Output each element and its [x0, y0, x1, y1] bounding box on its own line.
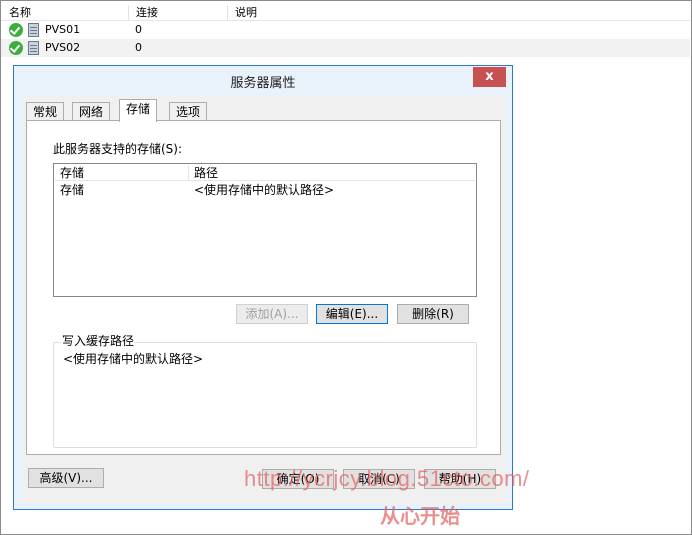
server-name: PVS02 [45, 41, 81, 54]
server-row[interactable]: PVS01 0 [1, 21, 690, 39]
server-connections: 0 [135, 23, 142, 36]
dialog-title-bar[interactable]: 服务器属性 x [14, 66, 512, 96]
server-name: PVS01 [45, 23, 81, 36]
edit-button[interactable]: 编辑(E)... [316, 304, 388, 324]
server-properties-dialog: 服务器属性 x 常规 网络 存储 选项 此服务器支持的存储(S): 存储 路径 … [13, 65, 513, 510]
status-ok-icon [9, 41, 23, 55]
watermark-text: 从心开始 [380, 504, 460, 528]
dialog-body: 常规 网络 存储 选项 此服务器支持的存储(S): 存储 路径 存储 <使用存储… [22, 96, 506, 504]
column-header-description[interactable]: 说明 [227, 5, 257, 20]
add-button[interactable]: 添加(A)... [236, 304, 308, 324]
server-icon [28, 23, 39, 37]
storage-row-path[interactable]: <使用存储中的默认路径> [189, 182, 475, 198]
column-header-connections[interactable]: 连接 [128, 5, 158, 20]
server-connections: 0 [135, 41, 142, 54]
column-header-name[interactable]: 名称 [1, 5, 31, 20]
server-row[interactable]: PVS02 0 [1, 39, 690, 57]
close-button[interactable]: x [473, 67, 506, 87]
tab-network[interactable]: 网络 [72, 102, 111, 121]
dialog-title: 服务器属性 [230, 76, 296, 91]
list-header: 名称 连接 说明 [1, 4, 690, 21]
storage-list-label: 此服务器支持的存储(S): [53, 142, 183, 156]
tab-options[interactable]: 选项 [169, 102, 208, 121]
storage-list[interactable]: 存储 路径 存储 <使用存储中的默认路径> [53, 163, 477, 297]
storage-column-path[interactable]: 路径 [189, 165, 475, 181]
write-cache-label: 写入缓存路径 [61, 334, 136, 348]
server-icon [28, 41, 39, 55]
tab-general[interactable]: 常规 [26, 102, 65, 121]
storage-row-store[interactable]: 存储 [55, 182, 189, 198]
watermark-url: http://ycrjcy.blog.51cto.com/ [244, 466, 530, 491]
delete-button[interactable]: 删除(R) [397, 304, 469, 324]
advanced-button[interactable]: 高级(V)... [28, 468, 104, 488]
status-ok-icon [9, 23, 23, 37]
tab-storage[interactable]: 存储 [119, 99, 158, 122]
write-cache-path: <使用存储中的默认路径> [63, 352, 204, 366]
storage-column-store[interactable]: 存储 [55, 165, 189, 181]
tab-page-storage: 此服务器支持的存储(S): 存储 路径 存储 <使用存储中的默认路径> 添加(A… [26, 120, 501, 455]
